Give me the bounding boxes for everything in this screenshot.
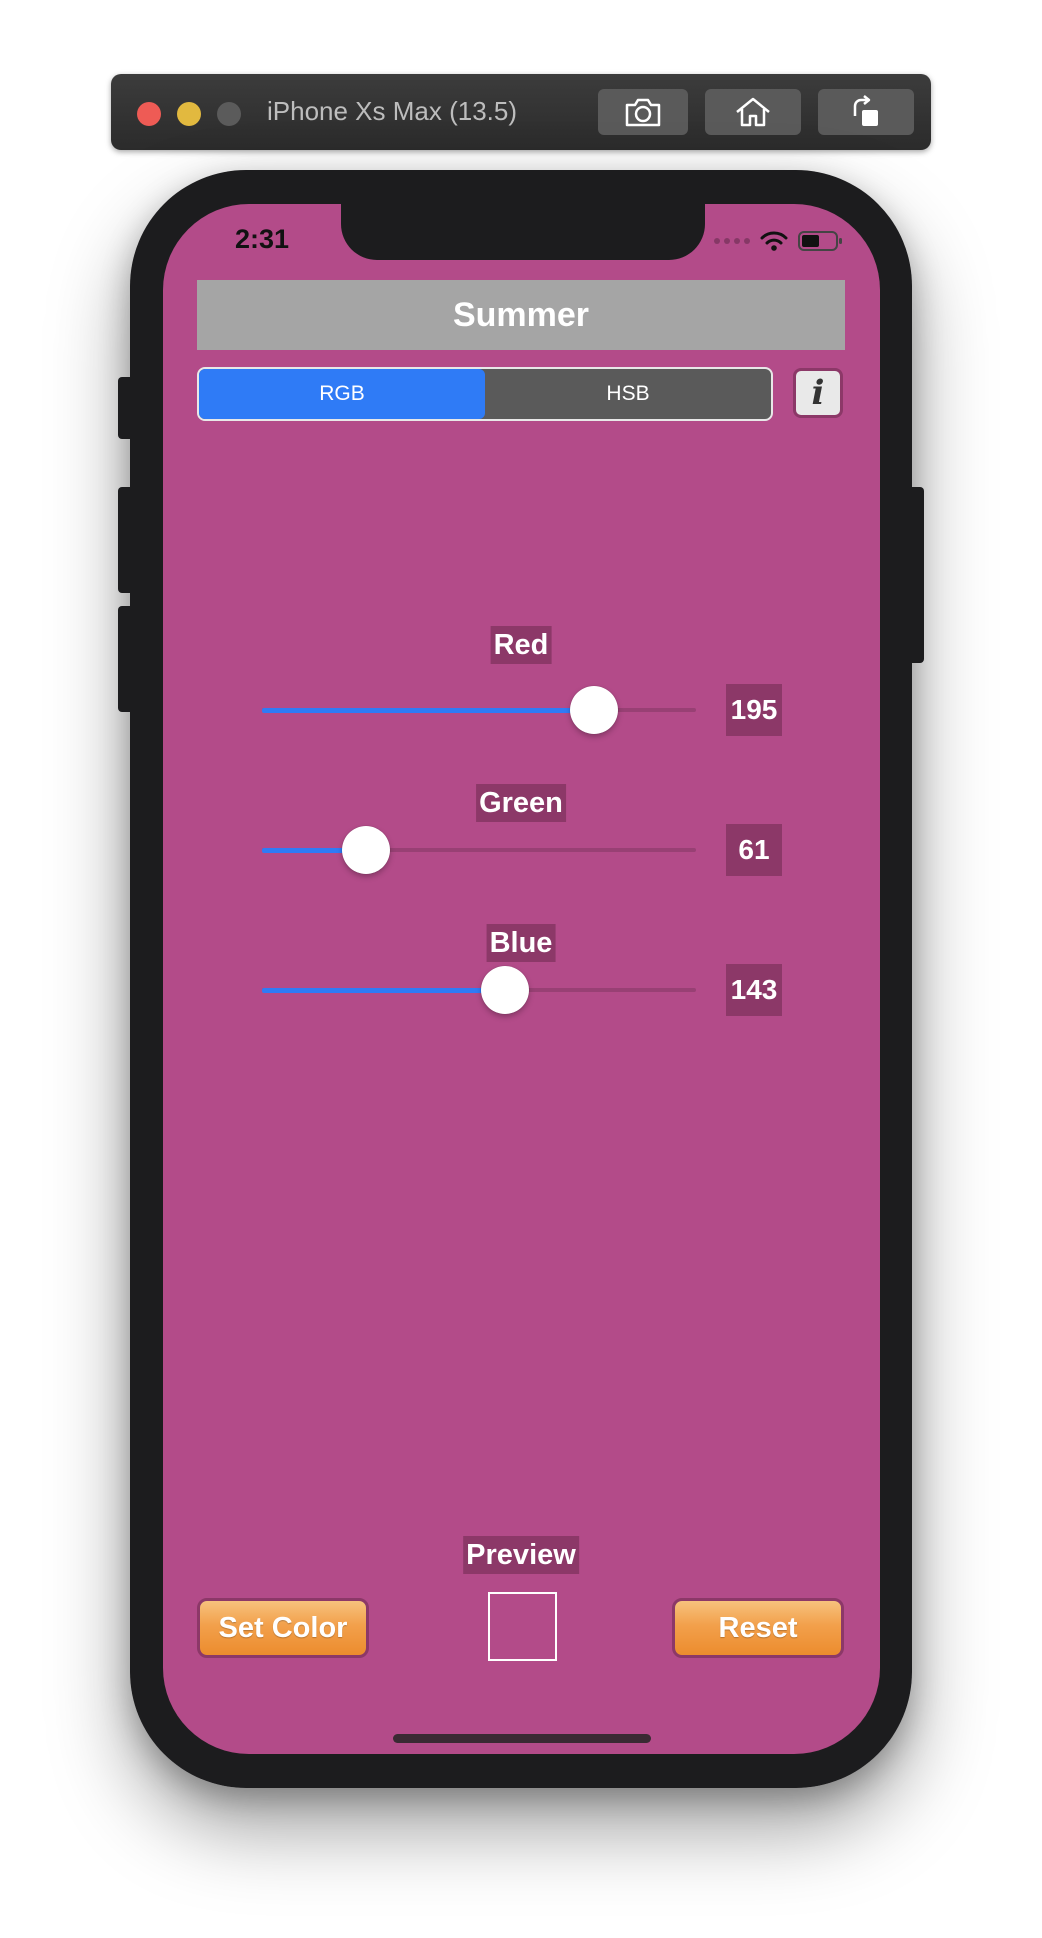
blue-slider[interactable]	[262, 966, 696, 1014]
red-value: 195	[726, 684, 782, 736]
status-icons	[714, 230, 844, 252]
color-mode-segmented-control[interactable]: RGB HSB	[197, 367, 773, 421]
wifi-icon	[760, 231, 788, 251]
reset-button[interactable]: Reset	[672, 1598, 844, 1658]
red-label: Red	[490, 626, 552, 664]
phone-screen: 2:31 Summer RGB HSB i Red 195 Green 61 B…	[163, 204, 880, 1754]
screenshot-button[interactable]	[598, 89, 688, 135]
simulator-title-bar: iPhone Xs Max (13.5)	[111, 74, 931, 150]
close-window-button[interactable]	[137, 102, 161, 126]
slider-thumb[interactable]	[570, 686, 618, 734]
slider-fill	[262, 708, 594, 713]
segment-rgb[interactable]: RGB	[199, 369, 485, 419]
simulator-title: iPhone Xs Max (13.5)	[267, 96, 518, 126]
red-slider[interactable]	[262, 686, 696, 734]
blue-label: Blue	[486, 924, 556, 962]
slider-thumb[interactable]	[341, 826, 390, 874]
rotate-icon	[853, 95, 878, 126]
battery-icon	[798, 231, 842, 251]
blue-value: 143	[726, 964, 782, 1016]
rotate-button[interactable]	[818, 89, 914, 135]
home-icon	[736, 97, 770, 127]
green-label: Green	[476, 784, 566, 822]
green-slider[interactable]	[262, 826, 696, 874]
page-title: Summer	[197, 280, 845, 350]
notch	[341, 204, 705, 260]
home-indicator[interactable]	[393, 1734, 651, 1743]
status-time: 2:31	[235, 224, 290, 254]
zoom-window-button[interactable]	[217, 102, 241, 126]
preview-label: Preview	[463, 1536, 579, 1574]
color-preview-swatch	[488, 1592, 557, 1661]
minimize-window-button[interactable]	[177, 102, 201, 126]
slider-fill	[262, 988, 506, 993]
segment-hsb[interactable]: HSB	[485, 369, 771, 419]
slider-thumb[interactable]	[481, 966, 530, 1014]
green-value: 61	[726, 824, 782, 876]
screenshot-icon	[625, 98, 661, 127]
info-button[interactable]: i	[793, 368, 843, 418]
set-color-button[interactable]: Set Color	[197, 1598, 369, 1658]
home-button[interactable]	[705, 89, 801, 135]
simulator-stage: iPhone Xs Max (13.5) 2:31 Summer RGB HSB…	[0, 0, 1042, 1938]
cellular-signal-icon	[714, 238, 750, 244]
